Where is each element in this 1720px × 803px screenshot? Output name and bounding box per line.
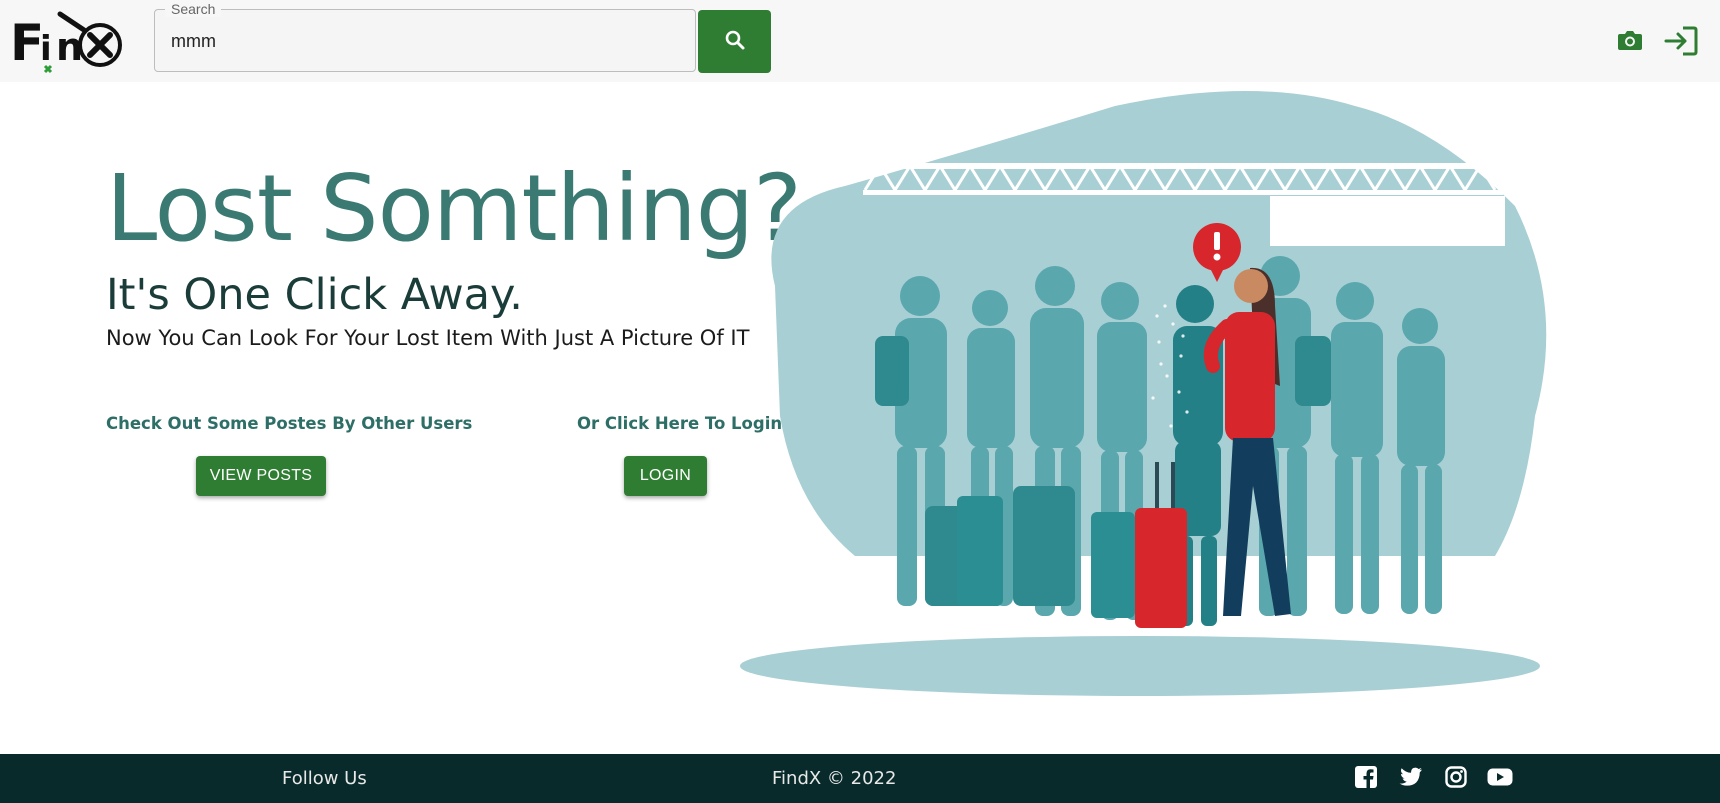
follow-us-label: Follow Us	[282, 768, 367, 789]
twitter-icon	[1399, 767, 1423, 792]
twitter-link[interactable]	[1398, 766, 1424, 792]
camera-icon	[1617, 29, 1643, 56]
search-label: Search	[165, 1, 222, 17]
youtube-link[interactable]	[1487, 766, 1513, 792]
view-posts-prompt: Check Out Some Postes By Other Users	[106, 414, 473, 433]
instagram-icon	[1445, 765, 1467, 793]
instagram-link[interactable]	[1443, 765, 1469, 793]
search-field[interactable]: Search	[154, 1, 696, 72]
youtube-icon	[1487, 767, 1513, 792]
login-icon	[1663, 25, 1699, 62]
login-button[interactable]: LOGIN	[624, 456, 707, 496]
facebook-link[interactable]	[1353, 765, 1379, 793]
view-posts-button[interactable]: VIEW POSTS	[196, 456, 326, 496]
app-header: F i n Search	[0, 0, 1720, 82]
search-button[interactable]	[698, 10, 771, 73]
camera-button[interactable]	[1614, 26, 1646, 58]
facebook-icon	[1355, 765, 1377, 793]
hero-description: Now You Can Look For Your Lost Item With…	[106, 326, 750, 350]
hero-subtitle: It's One Click Away.	[106, 270, 523, 320]
hero-title: Lost Somthing?	[106, 155, 802, 262]
copyright-text: FindX © 2022	[772, 768, 897, 789]
login-icon-button[interactable]	[1662, 24, 1700, 62]
crowd-illustration	[735, 86, 1555, 706]
search-input[interactable]	[171, 26, 671, 56]
findx-logo[interactable]: F i n	[8, 8, 128, 74]
search-icon	[723, 28, 747, 55]
svg-text:i: i	[40, 29, 52, 69]
page-footer: Follow Us FindX © 2022	[0, 754, 1720, 803]
